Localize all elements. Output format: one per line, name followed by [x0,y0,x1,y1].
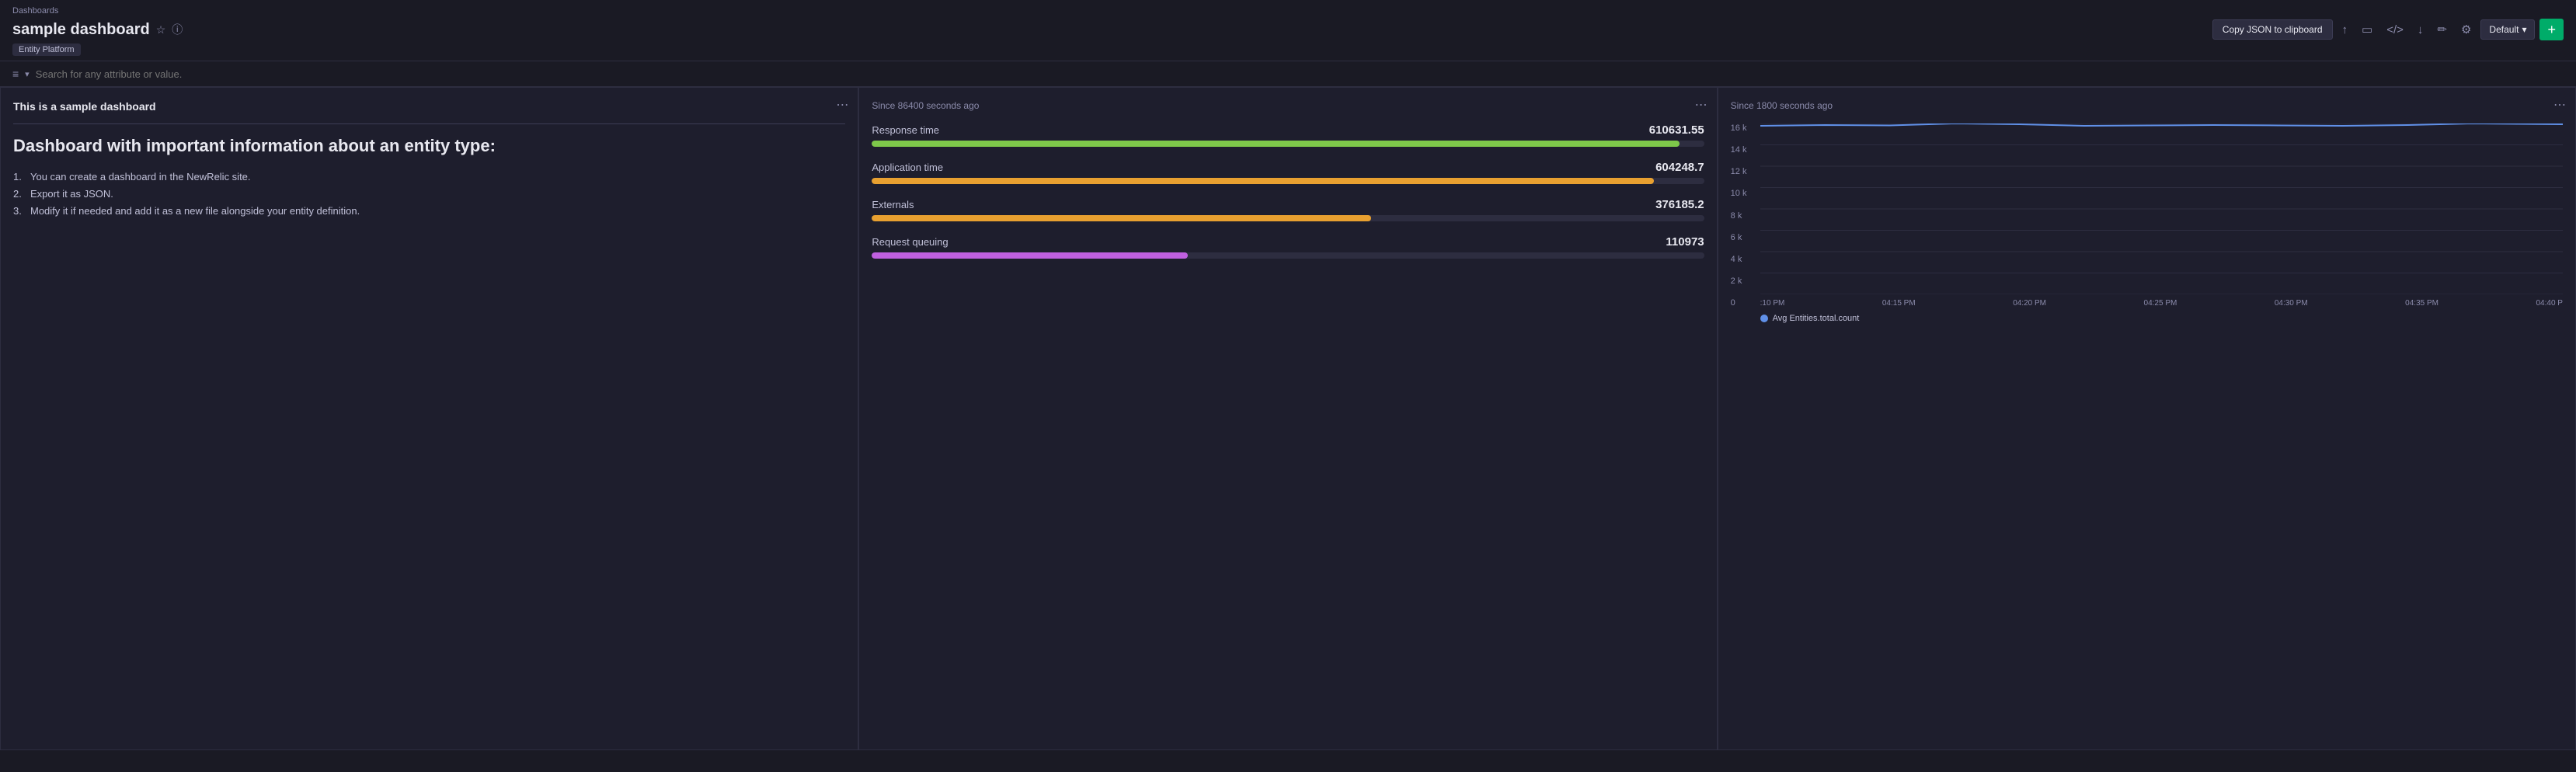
list-item: You can create a dashboard in the NewRel… [13,169,845,186]
y-label: 8 k [1731,211,1757,221]
x-label: 04:25 PM [2144,299,2177,308]
y-label: 6 k [1731,233,1757,242]
title-left: sample dashboard ☆ ⓘ [12,21,183,39]
copy-json-button[interactable]: Copy JSON to clipboard [2212,19,2333,40]
info-icon[interactable]: ⓘ [172,22,183,37]
x-label: :10 PM [1760,299,1785,308]
divider [13,123,845,124]
x-label: 04:30 PM [2275,299,2308,308]
filter-input[interactable] [36,68,2564,80]
filter-bar: ≡ ▾ [0,61,2576,87]
edit-button[interactable]: ✏ [2432,19,2452,40]
metric-value: 610631.55 [1649,123,1704,137]
y-label: 12 k [1731,167,1757,176]
metric-bar-bg [872,141,1704,147]
chart-area: 0 2 k 4 k 6 k 8 k 10 k 12 k 14 k 16 k [1731,123,2563,323]
y-label: 16 k [1731,123,1757,133]
metric-value: 604248.7 [1655,161,1704,174]
metric-bar-fill [872,141,1679,147]
panel1-heading: This is a sample dashboard [13,100,845,113]
metric-label: Response time [872,124,939,136]
metric-bar-fill [872,178,1654,184]
panel1-main-heading: Dashboard with important information abo… [13,135,845,158]
page-header: Dashboards sample dashboard ☆ ⓘ Copy JSO… [0,0,2576,61]
metric-row: Request queuing 110973 [872,235,1704,259]
chart-y-labels: 0 2 k 4 k 6 k 8 k 10 k 12 k 14 k 16 k [1731,123,1757,308]
download-button[interactable]: ↓ [2413,20,2428,40]
metric-row: Application time 604248.7 [872,161,1704,184]
add-button[interactable]: + [2539,19,2564,40]
metric-label: Application time [872,162,943,173]
y-label: 2 k [1731,276,1757,286]
chevron-down-icon: ▾ [2522,24,2526,35]
metric-value: 376185.2 [1655,198,1704,211]
share-button[interactable]: ↑ [2338,20,2353,40]
filter-icon: ≡ [12,68,19,80]
panel2-menu-button[interactable]: ⋯ [1695,97,1707,113]
filter-chevron-icon: ▾ [25,69,30,79]
x-label: 04:35 PM [2405,299,2438,308]
metrics-container: Response time 610631.55 Application time… [872,123,1704,259]
legend-dot [1760,315,1768,322]
chart-legend: Avg Entities.total.count [1760,314,2563,323]
metric-row: Response time 610631.55 [872,123,1704,147]
settings-button[interactable]: ⚙ [2456,19,2476,40]
list-item: Modify it if needed and add it as a new … [13,203,845,220]
y-label: 14 k [1731,145,1757,155]
page-title: sample dashboard [12,21,150,39]
header-actions: Copy JSON to clipboard ↑ ▭ </> ↓ ✏ ⚙ Def… [2212,19,2564,40]
chart-panel: ⋯ Since 1800 seconds ago 0 2 k 4 k 6 k 8 k 10… [1718,87,2576,750]
code-button[interactable]: </> [2382,20,2408,40]
metric-bar-bg [872,252,1704,259]
default-dropdown[interactable]: Default ▾ [2480,19,2535,40]
text-panel: ⋯ This is a sample dashboard Dashboard w… [0,87,858,750]
entity-badge-container: Entity Platform [12,40,2564,56]
x-label: 04:40 P [2536,299,2563,308]
panel2-subtitle: Since 86400 seconds ago [872,100,1704,111]
metric-header: Request queuing 110973 [872,235,1704,249]
metric-label: Externals [872,199,914,210]
metric-bar-bg [872,178,1704,184]
list-item: Export it as JSON. [13,186,845,203]
panel1-menu-button[interactable]: ⋯ [836,97,848,113]
monitor-button[interactable]: ▭ [2357,19,2377,40]
y-label: 10 k [1731,189,1757,198]
entity-badge: Entity Platform [12,43,81,56]
metric-bar-bg [872,215,1704,221]
y-label: 0 [1731,298,1757,308]
legend-label: Avg Entities.total.count [1773,314,1860,323]
breadcrumb: Dashboards [12,6,2564,16]
panel1-list: You can create a dashboard in the NewRel… [13,169,845,220]
chart-svg-container [1760,123,2563,297]
metric-bar-fill [872,252,1188,259]
x-label: 04:20 PM [2013,299,2046,308]
panel3-subtitle: Since 1800 seconds ago [1731,100,2563,111]
metric-bar-fill [872,215,1371,221]
metric-value: 110973 [1666,235,1704,249]
metric-header: Externals 376185.2 [872,198,1704,211]
title-row: sample dashboard ☆ ⓘ Copy JSON to clipbo… [12,19,2564,40]
x-label: 04:15 PM [1882,299,1916,308]
star-icon[interactable]: ☆ [156,23,166,37]
metric-label: Request queuing [872,236,948,248]
dashboard-grid: ⋯ This is a sample dashboard Dashboard w… [0,87,2576,750]
chart-svg [1760,123,2563,294]
metric-header: Response time 610631.55 [872,123,1704,137]
default-label: Default [2489,24,2519,35]
chart-x-labels: :10 PM 04:15 PM 04:20 PM 04:25 PM 04:30 PM 04… [1760,299,2563,308]
metrics-panel: ⋯ Since 86400 seconds ago Response time … [858,87,1717,750]
y-label: 4 k [1731,255,1757,264]
panel3-menu-button[interactable]: ⋯ [2553,97,2566,113]
metric-row: Externals 376185.2 [872,198,1704,221]
metric-header: Application time 604248.7 [872,161,1704,174]
